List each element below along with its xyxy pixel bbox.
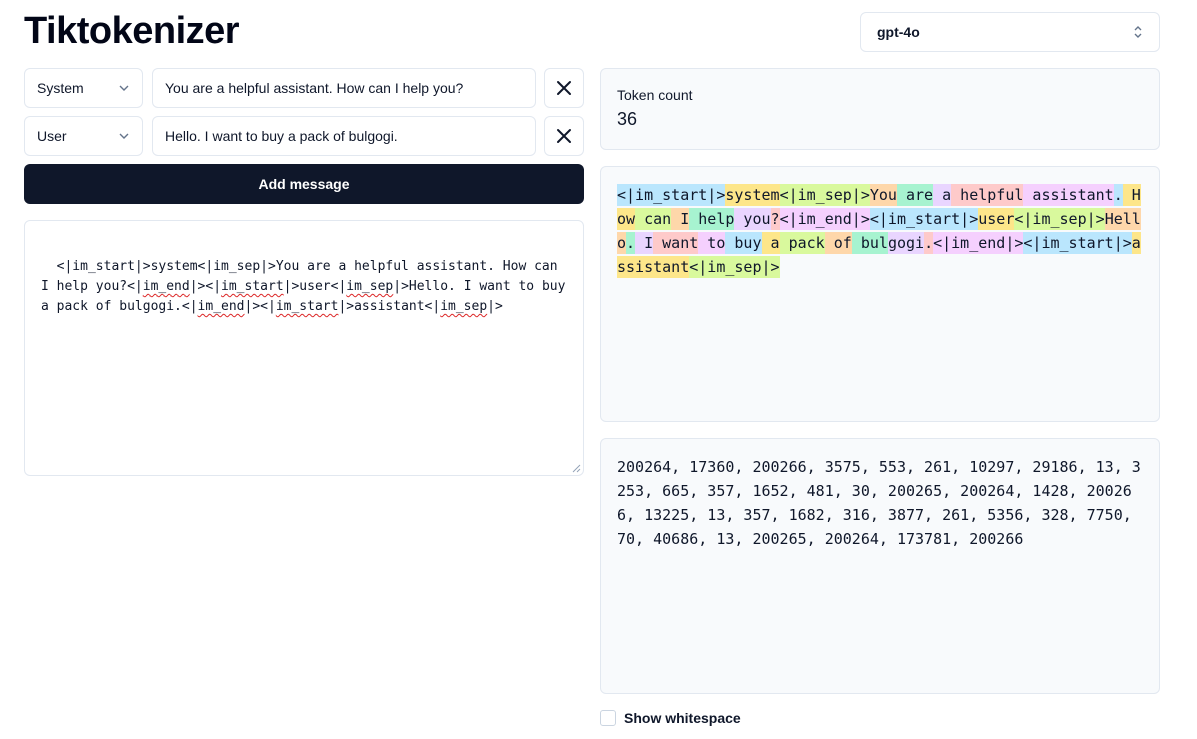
role-select-value: User [37, 128, 67, 144]
token-chip[interactable]: want [653, 232, 699, 254]
chevron-down-icon [118, 84, 130, 92]
token-chip[interactable]: assistant [1023, 184, 1114, 206]
token-chip[interactable]: of [824, 232, 852, 254]
show-whitespace-label: Show whitespace [624, 710, 741, 726]
token-chip[interactable]: <|im_sep|> [1014, 208, 1105, 230]
token-chip[interactable]: You [869, 184, 897, 206]
token-chip[interactable]: you [734, 208, 771, 230]
token-chip[interactable]: to [698, 232, 726, 254]
token-chip[interactable]: <|im_end|> [933, 232, 1024, 254]
message-content-input[interactable]: Hello. I want to buy a pack of bulgogi. [152, 116, 536, 156]
token-chip[interactable]: <|im_start|> [1023, 232, 1132, 254]
token-chip[interactable]: a [761, 232, 780, 254]
token-chip[interactable]: system [725, 184, 780, 206]
spellcheck-word: im_sep [440, 299, 488, 314]
remove-message-button[interactable] [544, 68, 584, 108]
token-chip[interactable]: are [896, 184, 934, 206]
token-chip[interactable]: help [689, 208, 735, 230]
token-chip[interactable]: bul [851, 232, 888, 254]
chevron-down-icon [118, 132, 130, 140]
token-chip[interactable]: . [626, 232, 636, 254]
close-icon [557, 129, 571, 143]
spellcheck-word: im_sep [346, 279, 394, 294]
token-chip[interactable]: <|im_sep|> [779, 184, 870, 206]
spellcheck-word: im_start [275, 299, 339, 314]
spellcheck-word: im_end [142, 279, 190, 294]
token-chip[interactable]: <|im_end|> [779, 208, 870, 230]
tokenized-text-panel: <|im_start|>system<|im_sep|>You are a he… [600, 166, 1160, 422]
token-chip[interactable]: pack [779, 232, 825, 254]
prompt-textarea[interactable]: <|im_start|>system<|im_sep|>You are a he… [24, 220, 584, 476]
prompt-text-segment: |>assistant<| [338, 299, 441, 314]
token-chip[interactable]: <|im_start|> [617, 184, 726, 206]
prompt-text-segment: im_sep [213, 259, 261, 274]
token-chip[interactable]: I [671, 208, 690, 230]
prompt-text-segment: |>user<| [283, 279, 347, 294]
token-chip[interactable]: . [1113, 184, 1123, 206]
prompt-text-segment: <|im_start|>system<| [56, 259, 214, 274]
prompt-text-segment: |><| [189, 279, 222, 294]
token-chip[interactable]: ? [770, 208, 780, 230]
add-message-button[interactable]: Add message [24, 164, 584, 204]
role-select-value: System [37, 80, 84, 96]
token-chip[interactable]: a [933, 184, 952, 206]
token-count-label: Token count [617, 87, 693, 103]
token-count-card: Token count 36 [600, 68, 1160, 150]
token-chip[interactable]: <|im_start|> [869, 208, 979, 230]
message-row: User Hello. I want to buy a pack of bulg… [24, 116, 584, 156]
prompt-text-segment: |> [487, 299, 503, 314]
resize-grip-icon[interactable] [572, 464, 581, 473]
app-title: Tiktokenizer [24, 10, 240, 52]
model-select[interactable]: gpt-4o [860, 12, 1160, 52]
token-chip[interactable]: . [924, 232, 934, 254]
role-select[interactable]: User [24, 116, 143, 156]
spellcheck-word: im_start [221, 279, 284, 294]
model-select-value: gpt-4o [877, 24, 920, 40]
chevron-up-down-icon [1133, 24, 1143, 40]
close-icon [557, 81, 571, 95]
token-chip[interactable]: <|im_sep|> [689, 256, 780, 278]
prompt-text-segment: |><| [244, 299, 276, 314]
token-ids-panel: 200264, 17360, 200266, 3575, 553, 261, 1… [600, 438, 1160, 694]
token-chip[interactable]: buy [725, 232, 762, 254]
show-whitespace-toggle[interactable]: Show whitespace [600, 710, 741, 726]
show-whitespace-checkbox[interactable] [600, 710, 616, 726]
spellcheck-word: im_end [197, 299, 245, 314]
token-chip[interactable]: helpful [951, 184, 1024, 206]
role-select[interactable]: System [24, 68, 143, 108]
token-chip[interactable]: I [635, 232, 654, 254]
token-chip[interactable]: gogi [887, 232, 925, 254]
token-count-value: 36 [617, 109, 638, 129]
token-chip[interactable]: user [978, 208, 1015, 230]
message-row: System You are a helpful assistant. How … [24, 68, 584, 108]
remove-message-button[interactable] [544, 116, 584, 156]
message-content-input[interactable]: You are a helpful assistant. How can I h… [152, 68, 536, 108]
token-chip[interactable]: can [635, 208, 672, 230]
